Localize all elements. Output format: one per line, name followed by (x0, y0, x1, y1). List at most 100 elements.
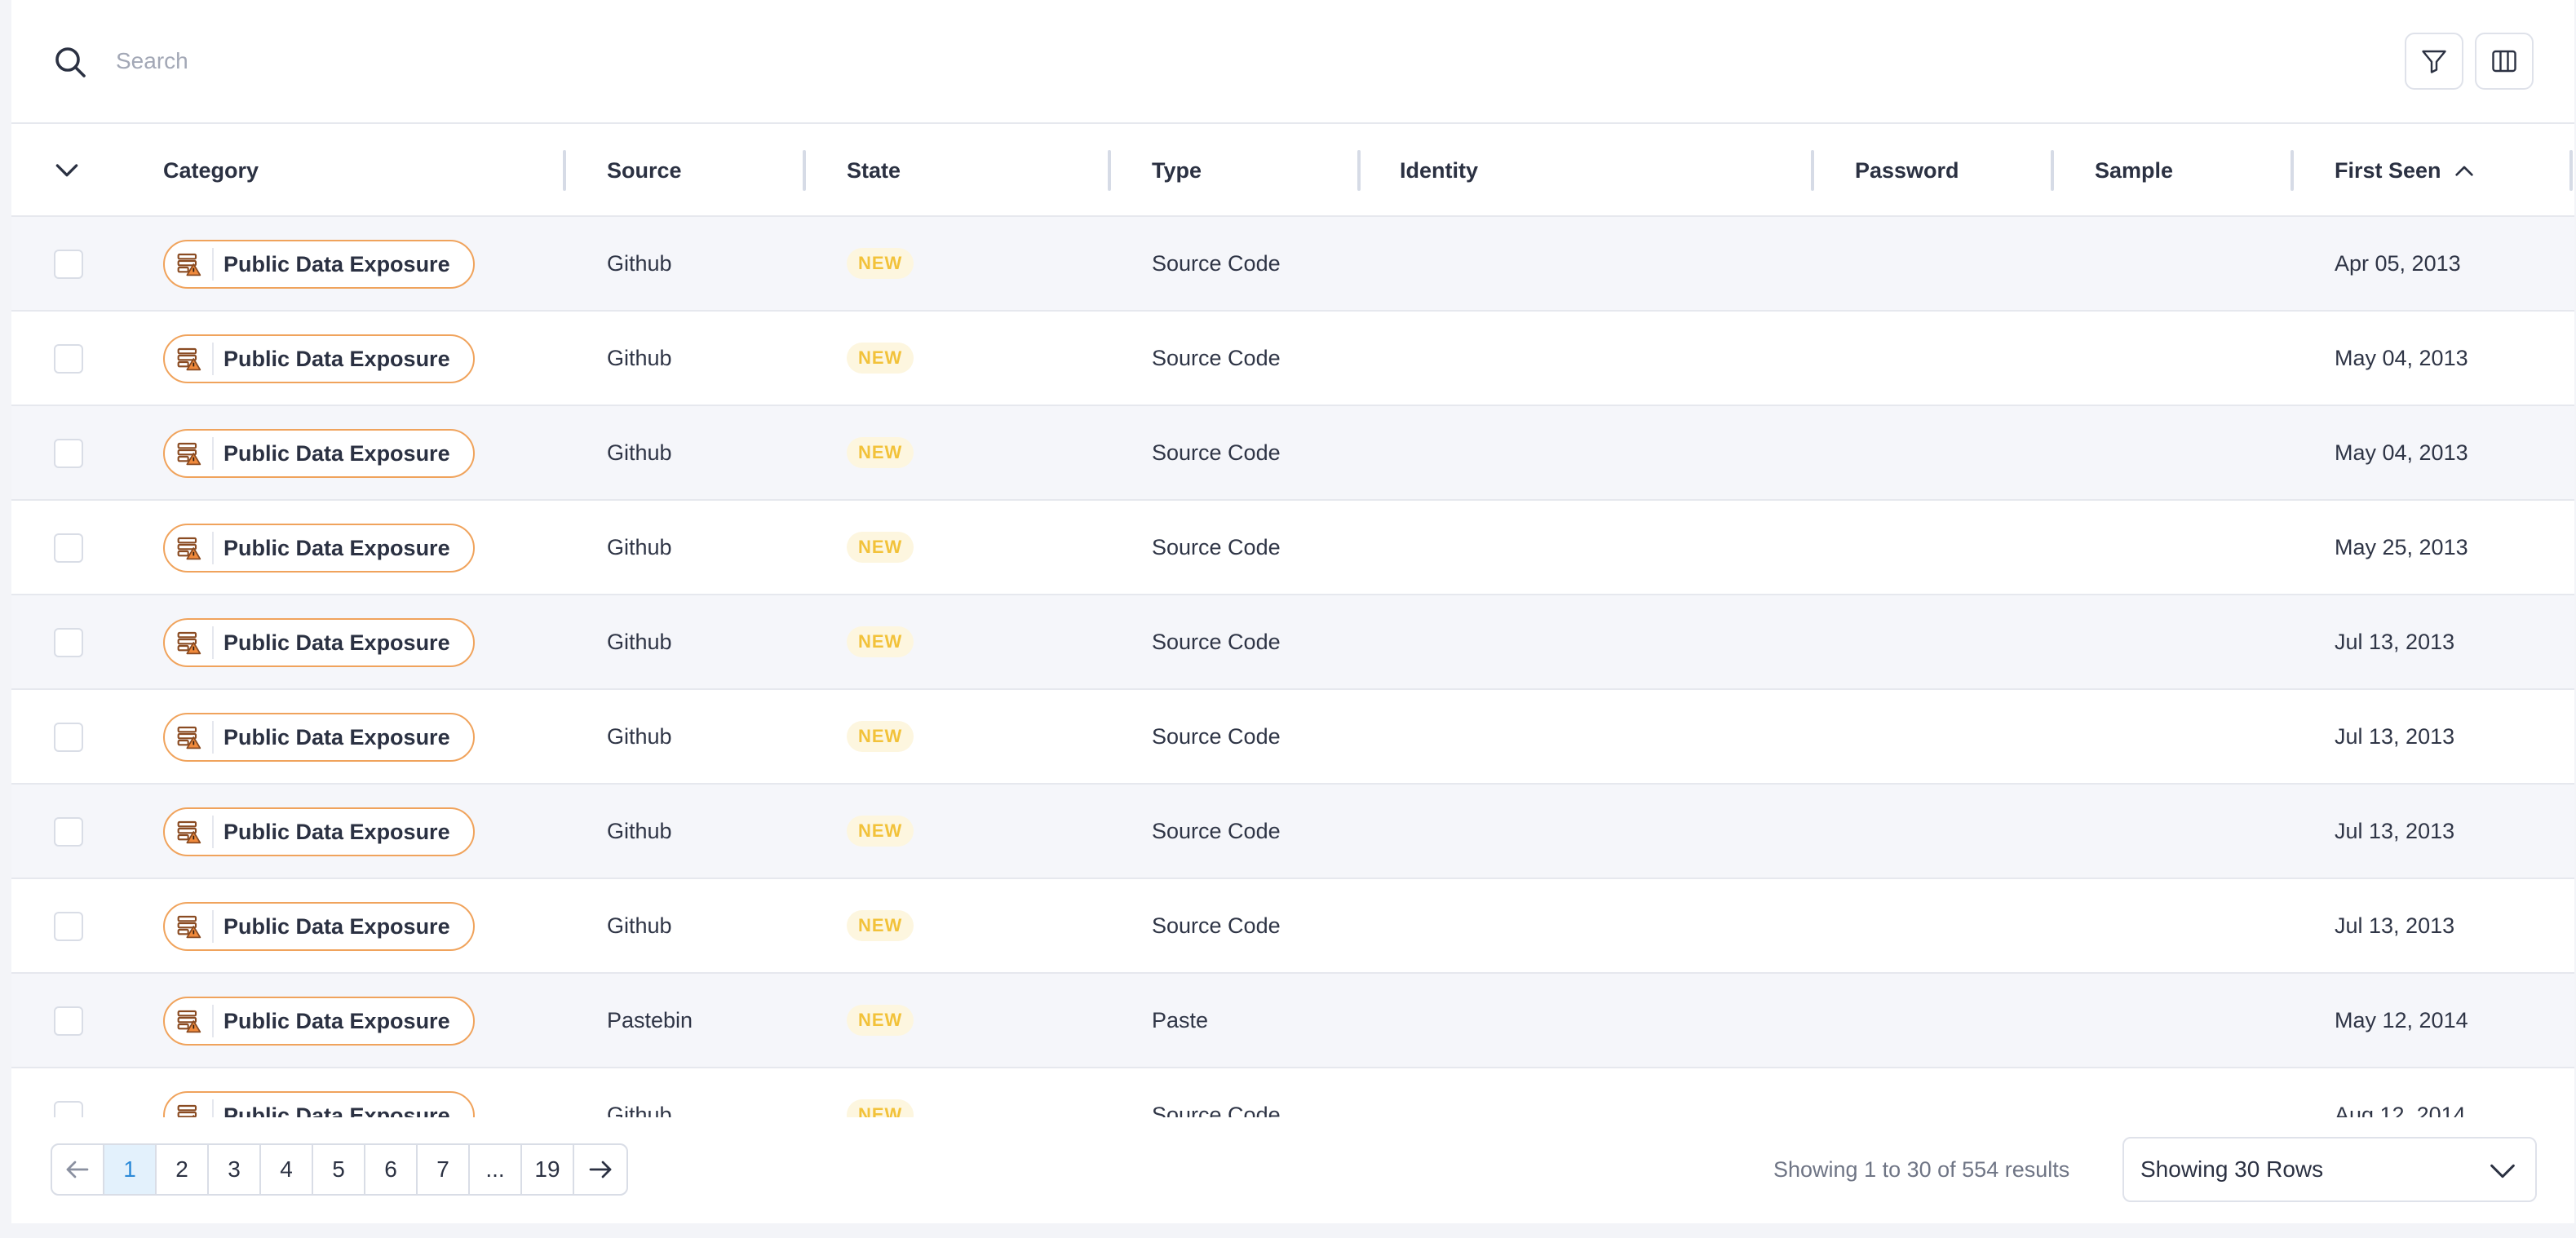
category-label: Public Data Exposure (224, 630, 450, 655)
source-cell: Github (607, 629, 672, 654)
column-header-first-seen[interactable]: First Seen (2335, 124, 2477, 217)
first-seen-cell: May 12, 2014 (2335, 1007, 2468, 1032)
page-button-3[interactable]: 3 (209, 1145, 261, 1194)
category-tag-divider (212, 437, 214, 470)
category-label: Public Data Exposure (224, 346, 450, 371)
first-seen-cell: May 04, 2013 (2335, 345, 2468, 370)
category-tag: Public Data Exposure (163, 240, 475, 289)
table-row[interactable]: Public Data Exposure Github NEW Source Code… (11, 1068, 2574, 1117)
column-resize-handle[interactable] (2569, 150, 2573, 191)
first-seen-cell: Apr 05, 2013 (2335, 250, 2461, 276)
table-row[interactable]: Public Data Exposure Github NEW Source Code… (11, 501, 2574, 595)
table-body: Public Data Exposure Github NEW Source Code… (11, 217, 2574, 1117)
table-footer: 1 2 3 4 5 6 7... 19 Showing 1 to 30 of 554 resu… (11, 1117, 2574, 1223)
source-cell: Github (607, 913, 672, 938)
chevron-down-icon (2490, 1164, 2515, 1178)
type-cell: Source Code (1152, 723, 1281, 749)
row-checkbox[interactable] (54, 533, 83, 563)
first-seen-cell: May 04, 2013 (2335, 440, 2468, 465)
columns-button[interactable] (2475, 33, 2534, 90)
column-label: Category (163, 157, 259, 183)
column-resize-handle[interactable] (563, 150, 566, 191)
source-cell: Github (607, 250, 672, 276)
category-tag-divider (212, 1005, 214, 1037)
column-label: State (847, 157, 901, 183)
data-exposure-icon (177, 347, 201, 371)
type-cell: Source Code (1152, 534, 1281, 559)
data-exposure-icon (177, 820, 201, 844)
chevron-up-icon[interactable] (2451, 157, 2477, 183)
column-header-type[interactable]: Type (1152, 124, 1202, 217)
type-cell: Paste (1152, 1007, 1209, 1032)
page-button-2[interactable]: 2 (157, 1145, 209, 1194)
row-checkbox[interactable] (54, 723, 83, 752)
state-badge: NEW (847, 248, 914, 279)
category-label: Public Data Exposure (224, 1103, 450, 1118)
table-row[interactable]: Public Data Exposure Github NEW Source Code… (11, 690, 2574, 785)
prev-page-button[interactable] (52, 1145, 104, 1194)
page-button-7[interactable]: 7 (418, 1145, 470, 1194)
table-row[interactable]: Public Data Exposure Github NEW Source Code… (11, 406, 2574, 501)
row-checkbox[interactable] (54, 628, 83, 657)
arrow-left-icon (66, 1161, 89, 1178)
column-resize-handle[interactable] (803, 150, 806, 191)
column-resize-handle[interactable] (1811, 150, 1814, 191)
search-input[interactable] (114, 36, 1259, 86)
data-exposure-icon (177, 253, 201, 276)
page-button-4[interactable]: 4 (261, 1145, 313, 1194)
row-checkbox[interactable] (54, 1101, 83, 1117)
column-label: Identity (1400, 157, 1479, 183)
page-ellipsis: ... (470, 1145, 522, 1194)
category-tag: Public Data Exposure (163, 807, 475, 856)
category-tag: Public Data Exposure (163, 713, 475, 762)
column-header-sample[interactable]: Sample (2095, 124, 2173, 217)
column-resize-handle[interactable] (2291, 150, 2294, 191)
column-header-source[interactable]: Source (607, 124, 682, 217)
column-label: Password (1855, 157, 1959, 183)
row-checkbox[interactable] (54, 817, 83, 847)
column-header-category[interactable]: Category (163, 124, 259, 217)
page-button-5[interactable]: 5 (313, 1145, 365, 1194)
row-checkbox[interactable] (54, 912, 83, 941)
first-seen-cell: Jul 13, 2013 (2335, 818, 2455, 843)
data-exposure-icon (177, 915, 201, 939)
category-label: Public Data Exposure (224, 251, 450, 276)
row-checkbox[interactable] (54, 344, 83, 374)
table-row[interactable]: Public Data Exposure Github NEW Source Code… (11, 217, 2574, 312)
source-cell: Github (607, 345, 672, 370)
column-resize-handle[interactable] (1357, 150, 1361, 191)
category-label: Public Data Exposure (224, 913, 450, 939)
row-checkbox[interactable] (54, 439, 83, 468)
page-button-6[interactable]: 6 (365, 1145, 418, 1194)
rows-per-page-select[interactable]: Showing 30 Rows (2122, 1137, 2537, 1202)
row-checkbox[interactable] (54, 1006, 83, 1036)
table-row[interactable]: Public Data Exposure Github NEW Source Code… (11, 785, 2574, 879)
data-exposure-icon (177, 1010, 201, 1033)
filter-button[interactable] (2405, 33, 2463, 90)
category-label: Public Data Exposure (224, 819, 450, 844)
table-row[interactable]: Public Data Exposure Github NEW Source Code… (11, 879, 2574, 974)
page-button-19[interactable]: 19 (522, 1145, 574, 1194)
category-tag: Public Data Exposure (163, 1091, 475, 1117)
table-row[interactable]: Public Data Exposure Github NEW Source Code… (11, 595, 2574, 690)
table-row[interactable]: Public Data Exposure Github NEW Source Code… (11, 312, 2574, 406)
data-exposure-icon (177, 537, 201, 560)
pagination: 1 2 3 4 5 6 7... 19 (51, 1143, 628, 1196)
column-header-password[interactable]: Password (1855, 124, 1959, 217)
column-resize-handle[interactable] (2051, 150, 2054, 191)
chevron-down-icon[interactable] (51, 153, 83, 186)
data-exposure-icon (177, 1104, 197, 1117)
category-tag-divider (212, 626, 214, 659)
category-tag: Public Data Exposure (163, 902, 475, 951)
state-badge: NEW (847, 437, 914, 468)
row-checkbox[interactable] (54, 250, 83, 279)
column-header-identity[interactable]: Identity (1400, 124, 1478, 217)
table-row[interactable]: Public Data Exposure Pastebin NEW Paste May … (11, 974, 2574, 1068)
category-tag: Public Data Exposure (163, 524, 475, 573)
column-header-state[interactable]: State (847, 124, 901, 217)
column-resize-handle[interactable] (1108, 150, 1111, 191)
page-button-1[interactable]: 1 (104, 1145, 157, 1194)
next-page-button[interactable] (574, 1145, 626, 1194)
state-badge: NEW (847, 626, 914, 657)
state-badge: NEW (847, 910, 914, 941)
